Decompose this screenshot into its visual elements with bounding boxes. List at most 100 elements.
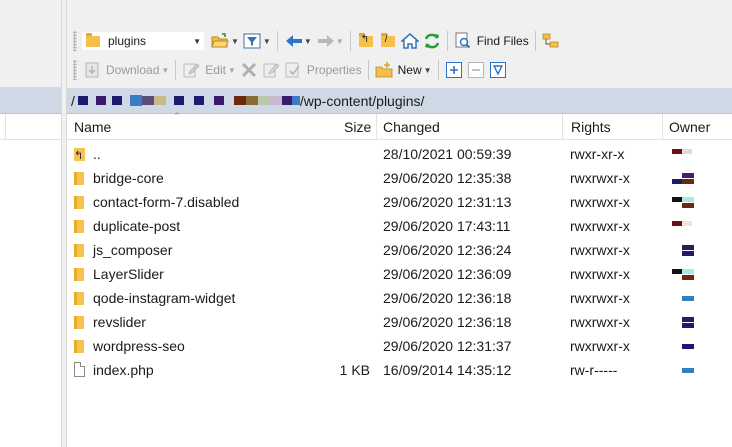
column-header-name[interactable]: Name	[74, 114, 111, 140]
file-rights: rwxrwxr-x	[570, 194, 630, 210]
table-row[interactable]: js_composer 29/06/2020 12:36:24 rwxrwxr-x	[67, 238, 732, 262]
directory-dropdown[interactable]: plugins ▼	[81, 31, 205, 51]
redacted-path-segment	[291, 96, 300, 105]
download-button[interactable]: Download ▼	[81, 58, 171, 82]
file-name: duplicate-post	[93, 218, 181, 234]
file-icon	[74, 358, 90, 382]
find-files-button[interactable]: Find Files	[452, 29, 531, 53]
find-files-icon	[454, 32, 472, 50]
redacted-path-segment	[193, 96, 204, 105]
rename-button[interactable]	[260, 58, 282, 82]
redacted-owner	[672, 262, 712, 286]
column-divider[interactable]	[662, 114, 663, 140]
properties-label: Properties	[306, 63, 362, 77]
file-changed: 16/09/2014 14:35:12	[383, 362, 512, 378]
redacted-owner	[672, 286, 712, 310]
toolbar-separator	[437, 60, 439, 80]
file-name: revslider	[93, 314, 146, 330]
path-prefix: /	[71, 92, 75, 109]
new-folder-icon	[375, 61, 393, 79]
delete-button[interactable]	[238, 58, 260, 82]
redacted-owner	[672, 214, 712, 238]
root-directory-button[interactable]: /	[377, 29, 399, 53]
redacted-path-segment	[153, 96, 166, 105]
toolbar-separator	[349, 31, 351, 51]
toolbar-grip[interactable]	[73, 31, 77, 51]
back-button[interactable]: ▼	[282, 29, 314, 53]
redacted-path-segment	[281, 96, 292, 105]
table-row[interactable]: qode-instagram-widget 29/06/2020 12:36:18…	[67, 286, 732, 310]
column-header-size[interactable]: Size	[344, 114, 371, 140]
chevron-down-icon[interactable]: ▼	[228, 66, 236, 75]
folder-icon	[74, 214, 90, 238]
file-changed: 29/06/2020 12:36:18	[383, 314, 512, 330]
folder-icon	[74, 310, 90, 334]
toolbar-separator	[534, 31, 536, 51]
home-directory-button[interactable]	[399, 29, 421, 53]
table-row[interactable]: index.php 1 KB 16/09/2014 14:35:12 rw-r----…	[67, 358, 732, 382]
table-row[interactable]: .. 28/10/2021 00:59:39 rwxr-xr-x	[67, 142, 732, 168]
file-rights: rwxrwxr-x	[570, 314, 630, 330]
download-label: Download	[106, 63, 160, 77]
file-changed: 29/06/2020 12:36:18	[383, 290, 512, 306]
file-size: 1 KB	[339, 362, 370, 378]
remote-file-list[interactable]: Name ⌃ Size Changed Rights Owner .. 28/10…	[67, 111, 732, 447]
column-header-rights[interactable]: Rights	[571, 114, 611, 140]
toolbar-grip[interactable]	[73, 60, 77, 80]
chevron-down-icon[interactable]: ▼	[263, 37, 271, 46]
column-divider[interactable]	[562, 114, 563, 140]
file-size	[267, 262, 370, 286]
file-rights: rwxrwxr-x	[570, 338, 630, 354]
file-size	[267, 190, 370, 214]
home-icon	[399, 32, 420, 50]
chevron-down-icon[interactable]: ▼	[424, 66, 432, 75]
open-folder-icon	[211, 32, 229, 50]
select-files-button[interactable]	[487, 58, 509, 82]
filter-button[interactable]: ▼	[241, 29, 273, 53]
toolbar-separator	[276, 31, 278, 51]
column-divider[interactable]	[376, 114, 377, 140]
redacted-owner	[672, 190, 712, 214]
tree-view-button[interactable]	[540, 29, 562, 53]
open-directory-button[interactable]: ▼	[209, 29, 241, 53]
redacted-owner	[672, 334, 712, 358]
chevron-down-icon[interactable]: ▼	[336, 37, 344, 46]
table-row[interactable]: LayerSlider 29/06/2020 12:36:09 rwxrwxr-x	[67, 262, 732, 286]
properties-icon	[284, 61, 302, 79]
plus-icon	[445, 61, 463, 79]
chevron-down-icon[interactable]: ▼	[304, 37, 312, 46]
file-size	[267, 334, 370, 358]
filter-select-icon	[489, 61, 507, 79]
unselect-all-button[interactable]	[465, 58, 487, 82]
table-row[interactable]: bridge-core 29/06/2020 12:35:38 rwxrwxr-x	[67, 166, 732, 190]
download-icon	[83, 61, 101, 79]
forward-button[interactable]: ▼	[314, 29, 346, 53]
file-size	[267, 166, 370, 190]
rename-icon	[262, 61, 280, 79]
toolbar-separator	[446, 31, 448, 51]
edit-button[interactable]: Edit ▼	[180, 58, 238, 82]
table-row[interactable]: wordpress-seo 29/06/2020 12:31:37 rwxrwxr-…	[67, 334, 732, 358]
column-header-changed[interactable]: Changed	[383, 114, 440, 140]
redacted-path-segment	[95, 96, 106, 105]
table-row[interactable]: duplicate-post 29/06/2020 17:43:11 rwxrwxr…	[67, 214, 732, 238]
refresh-button[interactable]	[421, 29, 443, 53]
table-row[interactable]: contact-form-7.disabled 29/06/2020 12:31:…	[67, 190, 732, 214]
new-button[interactable]: New ▼	[373, 58, 434, 82]
redacted-path-segment	[245, 96, 258, 105]
redacted-owner	[672, 238, 712, 262]
file-rights: rw-r-----	[570, 362, 618, 378]
local-toolbar-area	[0, 0, 61, 88]
column-header-owner[interactable]: Owner	[669, 114, 710, 140]
table-row[interactable]: revslider 29/06/2020 12:36:18 rwxrwxr-x	[67, 310, 732, 334]
parent-directory-button[interactable]: ↰	[355, 29, 377, 53]
properties-button[interactable]: Properties	[282, 58, 364, 82]
edit-label: Edit	[205, 63, 226, 77]
remote-path-bar[interactable]: / /wp-content/plugins/	[67, 88, 732, 114]
chevron-down-icon[interactable]: ▼	[161, 66, 169, 75]
select-all-button[interactable]	[443, 58, 465, 82]
chevron-down-icon[interactable]: ▼	[231, 37, 239, 46]
file-size	[267, 310, 370, 334]
redacted-owner	[672, 166, 712, 190]
file-size	[267, 238, 370, 262]
